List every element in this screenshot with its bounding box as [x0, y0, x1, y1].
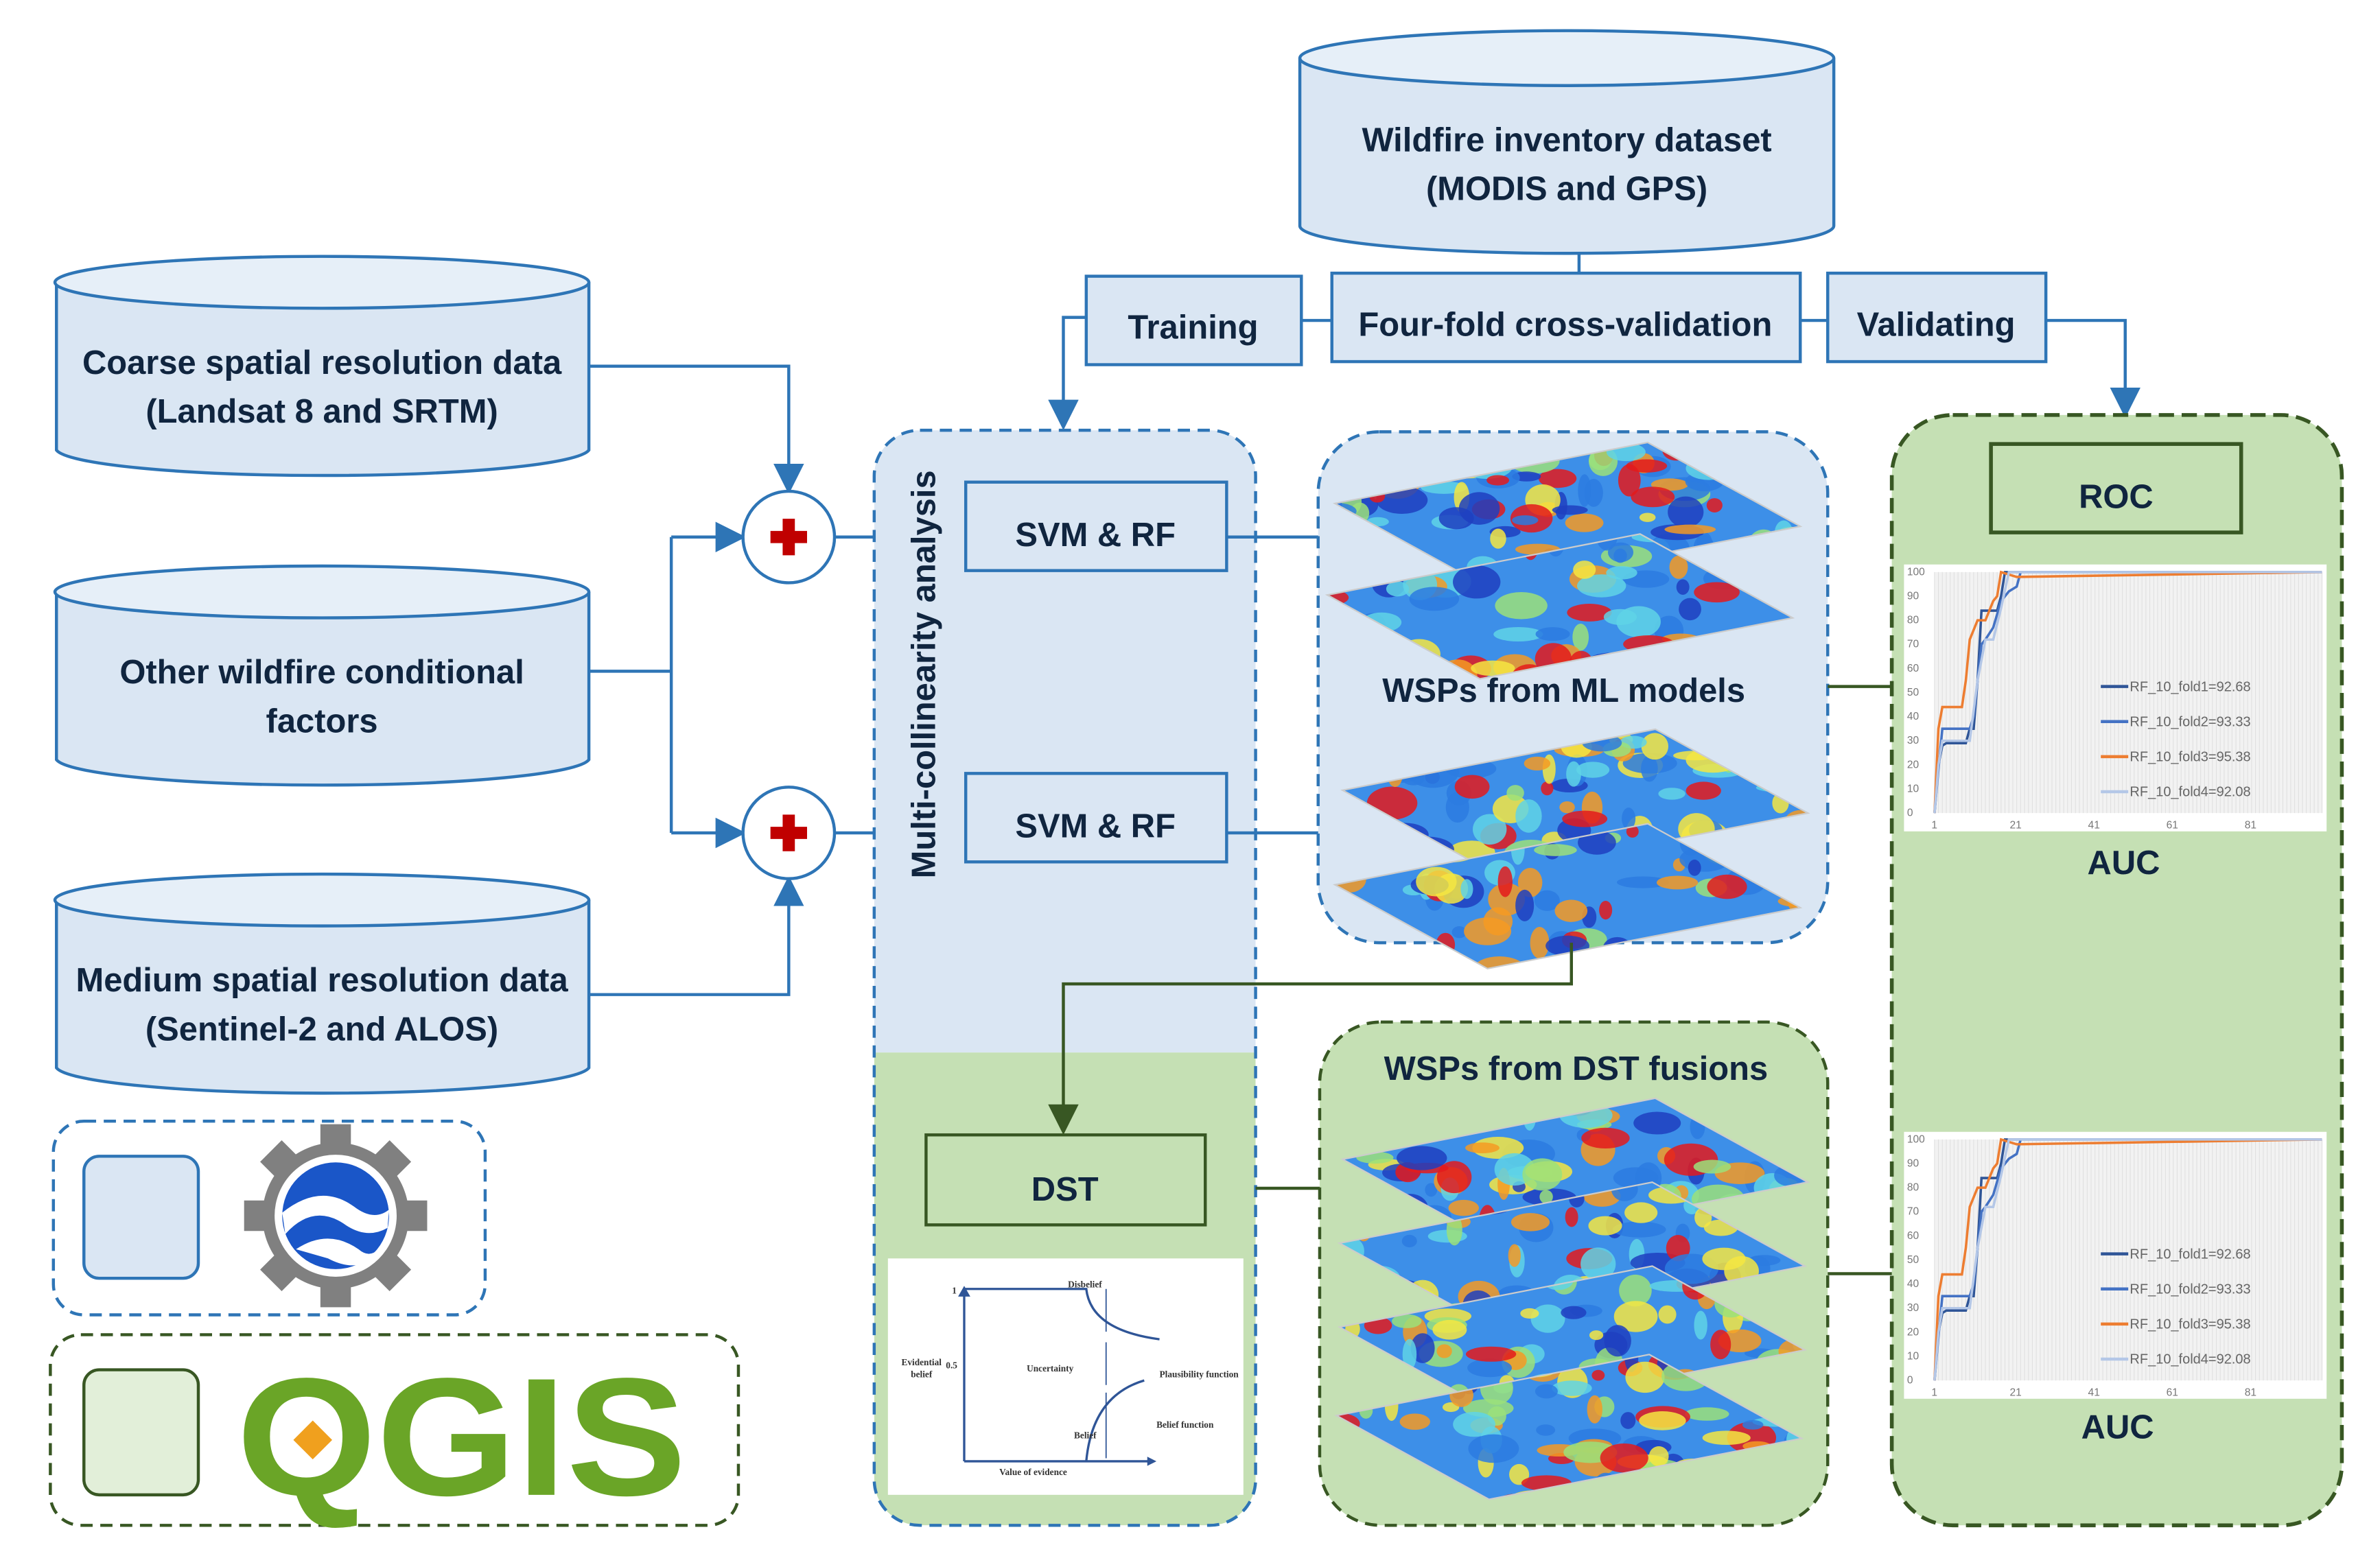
y-tick-label: 80 [1907, 1182, 1920, 1194]
multicollinearity-panel: Multi-collinearity analysis SVM & RF SVM… [872, 428, 1257, 1527]
qgis-logo: QGIS [237, 1343, 687, 1531]
google-earth-engine-gear-icon [244, 1124, 428, 1308]
svg-text:Disbelief: Disbelief [1068, 1280, 1102, 1290]
validation-panel: ROC 01020304050607080901001 21 41 61 81RF_10… [1889, 413, 2344, 1528]
input-line2: (Landsat 8 and SRTM) [145, 393, 498, 430]
y-tick-label: 80 [1907, 615, 1920, 626]
legend-entry: RF_10_fold3=95.38 [2130, 750, 2250, 765]
legend-entry: RF_10_fold3=95.38 [2130, 1317, 2250, 1332]
y-tick-label: 100 [1907, 566, 1925, 578]
legend-entry: RF_10_fold1=92.68 [2130, 1247, 2250, 1262]
y-tick-label: 10 [1907, 783, 1920, 794]
x-tick-label: 1 [1931, 1387, 1937, 1398]
svg-text:Uncertainty: Uncertainty [1027, 1363, 1073, 1374]
roc-box: ROC [1989, 442, 2243, 534]
y-tick-label: 30 [1907, 735, 1920, 746]
wildfire-inventory-cylinder: Wildfire inventory dataset (MODIS and GP… [1298, 29, 1836, 255]
validating-box: Validating [1826, 271, 2048, 364]
svg-text:Four-fold cross-validation: Four-fold cross-validation [1358, 306, 1772, 343]
input-line1: Coarse spatial resolution data [82, 344, 562, 381]
y-tick-label: 40 [1907, 1278, 1920, 1290]
inventory-line2: (MODIS and GPS) [1426, 170, 1707, 207]
input-data-cylinder: Other wildfire conditional factors [53, 564, 591, 787]
ml-wsp-panel: WSPs from ML models [1316, 430, 1830, 970]
x-tick-label: 81 [2245, 819, 2256, 831]
input-line1: Medium spatial resolution data [75, 962, 568, 999]
x-tick-label: 41 [2088, 819, 2100, 831]
y-tick-label: 60 [1907, 663, 1920, 674]
y-tick-label: 100 [1907, 1133, 1925, 1145]
legend-entry: RF_10_fold2=93.33 [2130, 1282, 2250, 1297]
x-tick-label: 41 [2088, 1387, 2100, 1398]
input-line2: factors [266, 703, 378, 740]
y-tick-label: 50 [1907, 687, 1920, 698]
roc-chart-1: 0 10 20 30 40 50 60 70 80 90 100 1 21 41 61 81 RF_10_fol… [1904, 564, 2327, 832]
svg-text:Evidential: Evidential [901, 1357, 942, 1367]
y-tick-label: 50 [1907, 1254, 1920, 1266]
svg-text:Value of evidence: Value of evidence [999, 1467, 1067, 1477]
y-tick-label: 60 [1907, 1230, 1920, 1242]
dst-fusion-panel: WSPs from DST fusions [1318, 1020, 1830, 1527]
x-tick-label: 21 [2009, 819, 2021, 831]
svg-text:ROC: ROC [2079, 479, 2154, 516]
plus-icon [741, 489, 837, 585]
y-tick-label: 20 [1907, 1326, 1920, 1338]
y-tick-label: 20 [1907, 759, 1920, 770]
x-tick-label: 81 [2245, 1387, 2256, 1398]
x-tick-label: 61 [2167, 1387, 2178, 1398]
svg-text:SVM & RF: SVM & RF [1015, 808, 1176, 845]
gee-legend [51, 1119, 487, 1317]
y-tick-label: 40 [1907, 711, 1920, 722]
ml-wsp-title: WSPs from ML models [1382, 672, 1745, 709]
y-tick-label: 10 [1907, 1350, 1920, 1362]
roc-chart-2: 0 10 20 30 40 50 60 70 80 90 100 1 21 41 61 81 RF_10_fol… [1904, 1131, 2327, 1399]
svg-text:Validating: Validating [1857, 306, 2016, 343]
svg-text:0.5: 0.5 [946, 1360, 957, 1370]
dst-belief-chart: 1 0.5 Evidential belief Disbelief Uncert… [887, 1258, 1244, 1495]
inventory-line1: Wildfire inventory dataset [1362, 121, 1771, 158]
svg-text:SVM & RF: SVM & RF [1015, 517, 1176, 554]
svm-rf-box-1: SVM & RF [964, 480, 1228, 572]
y-tick-label: 30 [1907, 1302, 1920, 1314]
legend-entry: RF_10_fold2=93.33 [2130, 714, 2250, 729]
y-tick-label: 70 [1907, 1206, 1920, 1218]
qgis-legend: QGIS [49, 1333, 740, 1531]
dst-fusion-title: WSPs from DST fusions [1384, 1050, 1769, 1087]
svg-text:1: 1 [952, 1285, 957, 1295]
x-tick-label: 21 [2009, 1387, 2021, 1398]
svg-text:DST: DST [1031, 1171, 1099, 1208]
legend-entry: RF_10_fold4=92.08 [2130, 785, 2250, 800]
svg-text:Belief: Belief [1074, 1430, 1097, 1441]
svg-text:Training: Training [1128, 309, 1258, 346]
y-tick-label: 0 [1907, 808, 1913, 819]
workflow-diagram: Wildfire inventory dataset (MODIS and GP… [49, 29, 2344, 1531]
auc-label-1: AUC [2088, 845, 2160, 882]
input-line2: (Sentinel-2 and ALOS) [145, 1011, 498, 1048]
input-data-cylinder: Medium spatial resolution data (Sentinel-… [53, 872, 591, 1095]
legend-entry: RF_10_fold4=92.08 [2130, 1352, 2250, 1367]
auc-label-2: AUC [2081, 1409, 2154, 1446]
multicollinearity-label: Multi-collinearity analysis [906, 470, 943, 878]
x-tick-label: 61 [2167, 819, 2178, 831]
svm-rf-box-2: SVM & RF [964, 772, 1228, 864]
y-tick-label: 90 [1907, 1157, 1920, 1169]
cross-validation-box: Four-fold cross-validation [1330, 271, 1802, 364]
input-data-cylinder: Coarse spatial resolution data (Landsat 8… [53, 255, 591, 478]
svg-text:Belief function: Belief function [1156, 1419, 1214, 1430]
y-tick-label: 90 [1907, 590, 1920, 602]
training-box: Training [1084, 274, 1303, 366]
dst-box: DST [924, 1133, 1207, 1227]
svg-text:belief: belief [911, 1369, 933, 1380]
plus-icon [741, 786, 837, 880]
y-tick-label: 0 [1907, 1375, 1913, 1387]
input-line1: Other wildfire conditional [119, 654, 524, 691]
x-tick-label: 1 [1931, 819, 1937, 831]
y-tick-label: 70 [1907, 639, 1920, 650]
legend-entry: RF_10_fold1=92.68 [2130, 679, 2250, 694]
svg-text:Plausibility function: Plausibility function [1160, 1369, 1239, 1380]
